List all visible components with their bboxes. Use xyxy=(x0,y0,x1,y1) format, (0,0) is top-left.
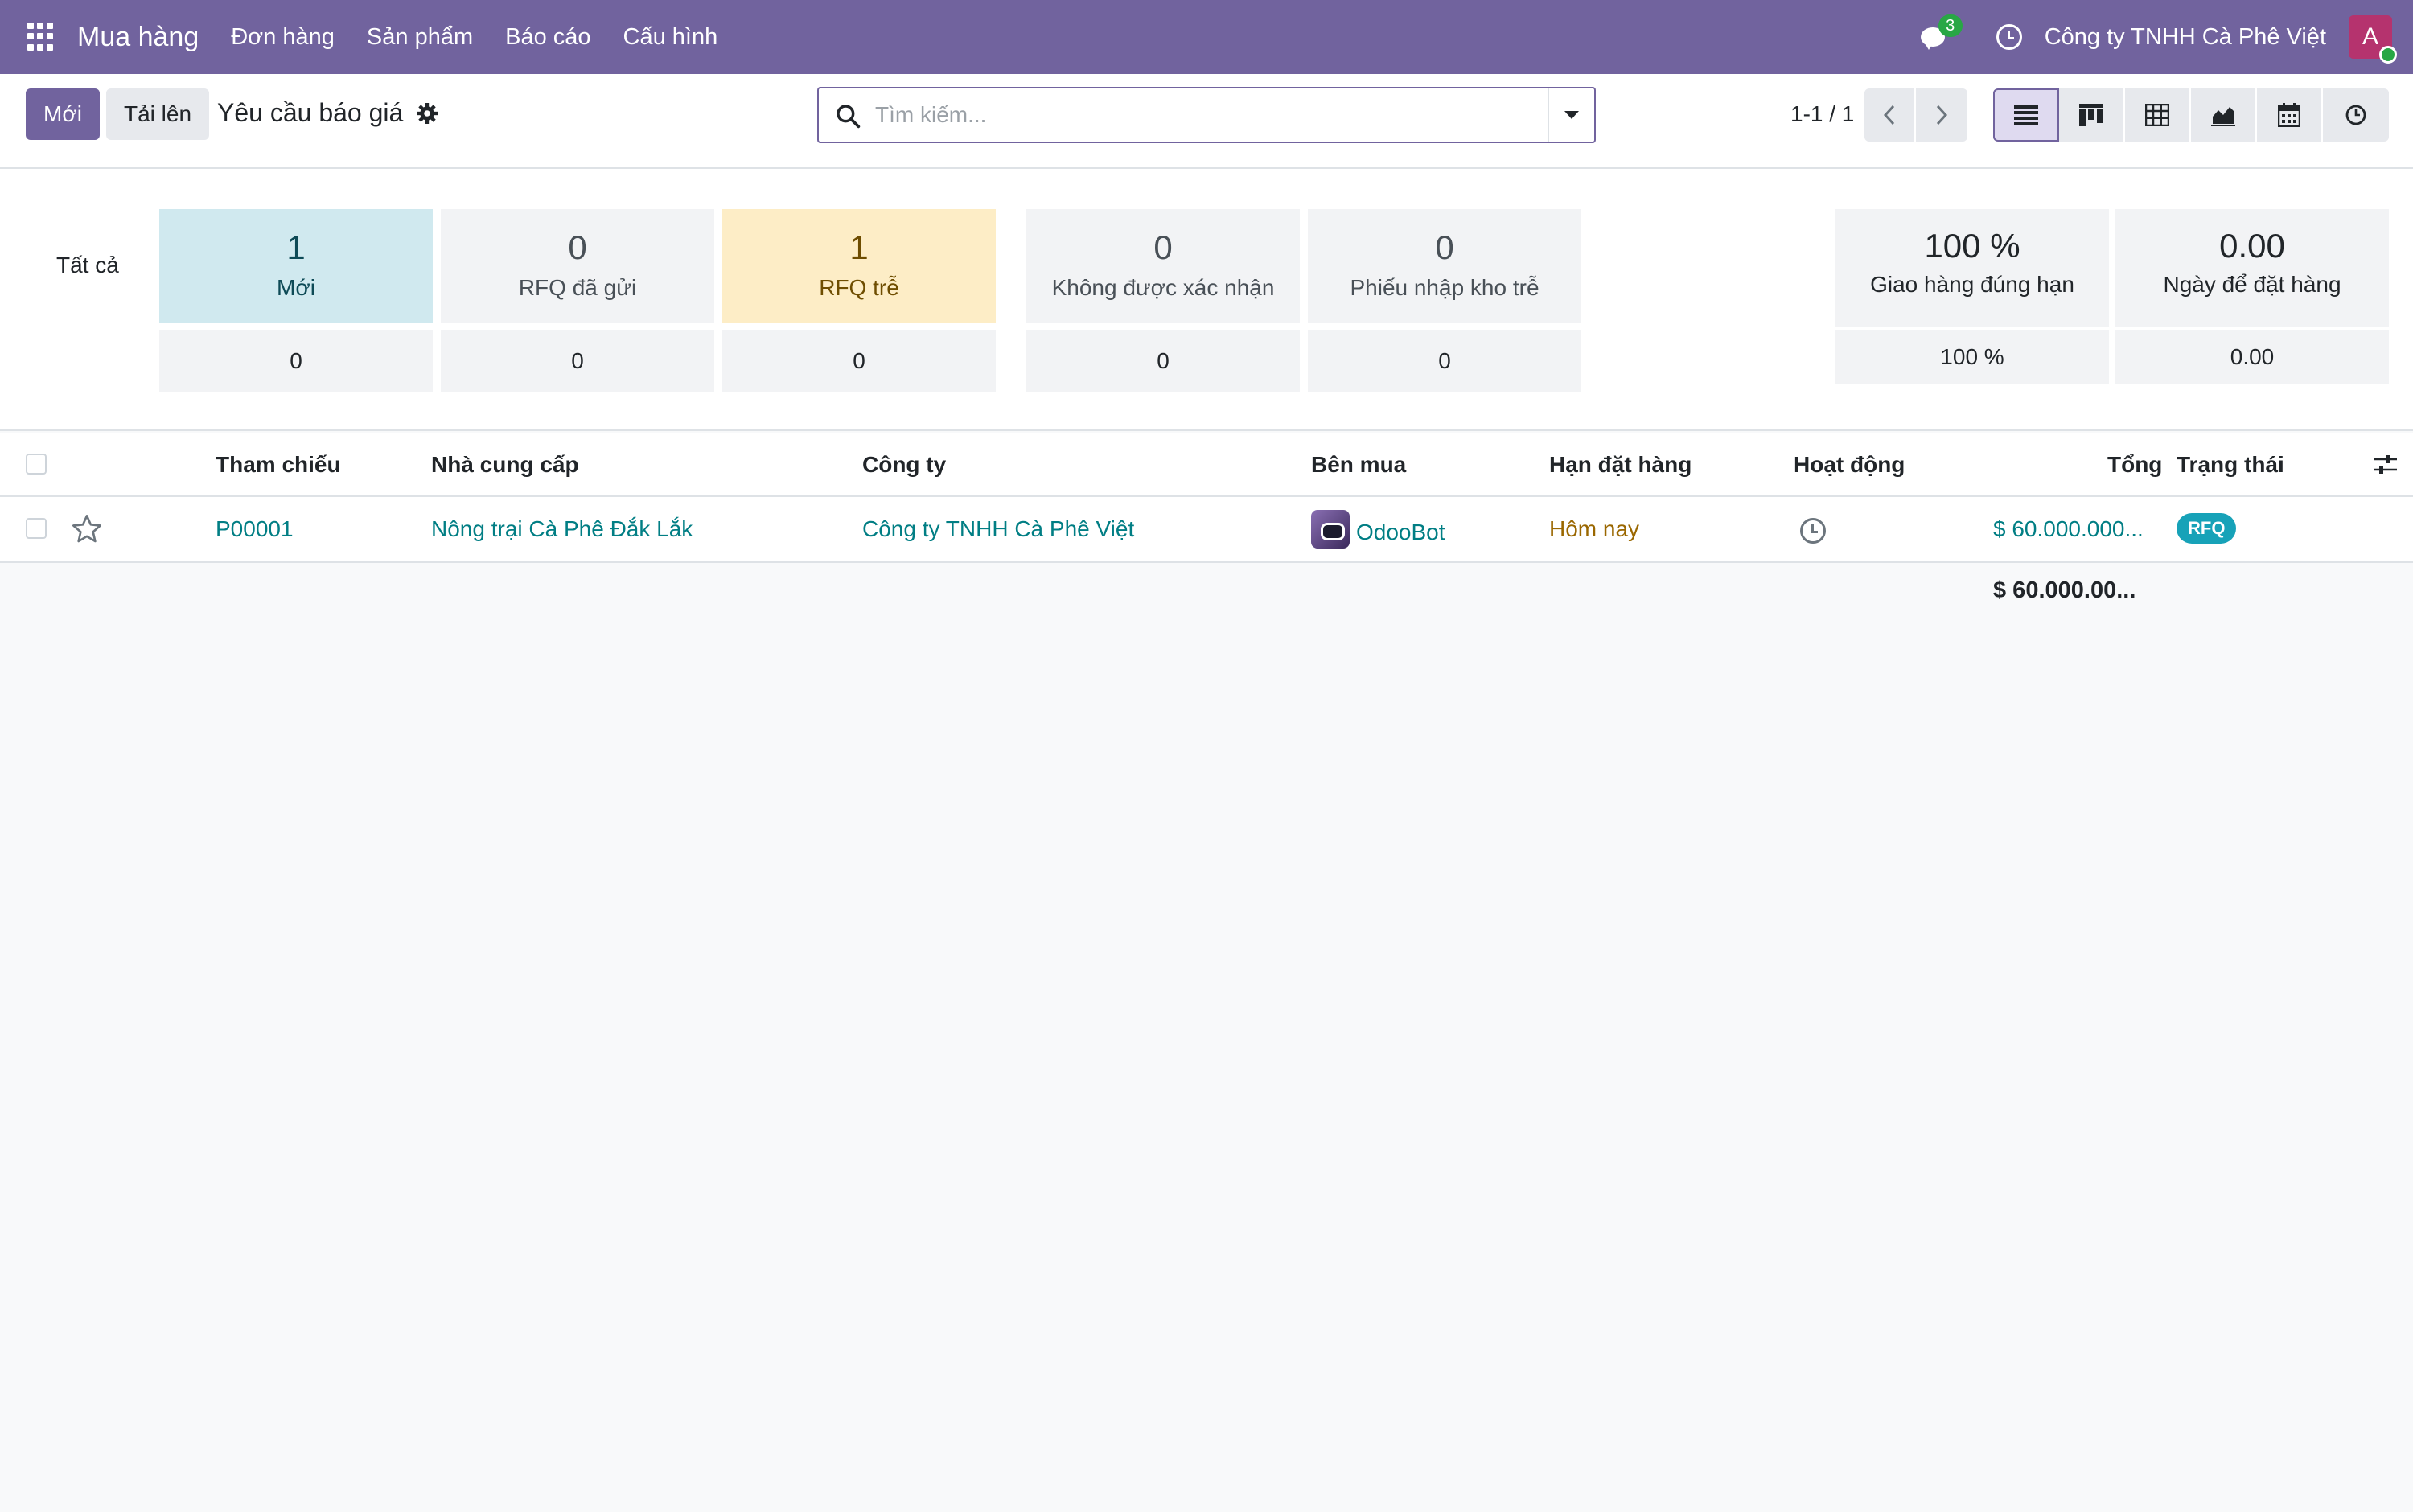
list-view-button[interactable] xyxy=(1993,88,2059,142)
menu-reporting[interactable]: Báo cáo xyxy=(505,24,590,51)
tile-value: 1 xyxy=(286,228,306,266)
kanban-view-button[interactable] xyxy=(2059,88,2125,142)
tile-value: 0 xyxy=(1153,228,1173,266)
messages-button[interactable]: 3 xyxy=(1920,14,1963,53)
search-icon xyxy=(837,105,861,129)
activity-clock-icon[interactable] xyxy=(1996,24,2022,50)
pivot-table-icon xyxy=(2145,104,2169,126)
menu-orders[interactable]: Đơn hàng xyxy=(231,24,335,51)
column-order-deadline[interactable]: Hạn đặt hàng xyxy=(1549,452,1692,478)
tile-late-receipts[interactable]: 0 Phiếu nhập kho trễ xyxy=(1308,209,1581,323)
cell-company[interactable]: Công ty TNHH Cà Phê Việt xyxy=(862,516,1134,542)
column-vendor[interactable]: Nhà cung cấp xyxy=(431,452,579,478)
tile-value: 0 xyxy=(1435,228,1454,266)
menu-products[interactable]: Sản phẩm xyxy=(367,24,473,51)
subkpi-days-to-order: 0.00 xyxy=(2115,330,2389,384)
pager-previous-button[interactable] xyxy=(1864,88,1916,142)
dashboard-all-label: Tất cả xyxy=(56,253,119,277)
online-status-dot xyxy=(2379,46,2397,64)
new-button[interactable]: Mới xyxy=(26,88,100,140)
column-buyer[interactable]: Bên mua xyxy=(1311,452,1406,478)
kpi-value: 0.00 xyxy=(2219,227,2285,265)
subtile-rfq-late[interactable]: 0 xyxy=(722,330,996,392)
kpi-label: Ngày để đặt hàng xyxy=(2163,272,2341,297)
tile-label: Không được xác nhận xyxy=(1051,275,1275,300)
subtile-late-receipts[interactable]: 0 xyxy=(1308,330,1581,392)
kpi-label: Giao hàng đúng hạn xyxy=(1870,272,2074,297)
tile-label: Phiếu nhập kho trễ xyxy=(1350,275,1539,300)
chat-count-badge: 3 xyxy=(1938,14,1963,37)
kpi-days-to-order: 0.00 Ngày để đặt hàng xyxy=(2115,209,2389,327)
subkpi-on-time-delivery: 100 % xyxy=(1835,330,2109,384)
tile-label: RFQ đã gửi xyxy=(518,275,637,300)
page-title: Yêu cầu báo giá xyxy=(217,98,404,127)
activity-clock-icon[interactable] xyxy=(1800,518,1826,544)
graph-view-button[interactable] xyxy=(2191,88,2257,142)
apps-grid-icon[interactable] xyxy=(27,23,56,51)
search-input[interactable] xyxy=(875,97,1535,134)
subtile-new[interactable]: 0 xyxy=(159,330,433,392)
menu-configuration[interactable]: Cấu hình xyxy=(623,24,718,51)
cell-reference[interactable]: P00001 xyxy=(216,516,294,542)
column-total[interactable]: Tổng xyxy=(2107,452,2162,478)
column-activities[interactable]: Hoạt động xyxy=(1794,452,1905,478)
grand-total: $ 60.000.00... xyxy=(1993,577,2136,603)
search-options-toggle[interactable] xyxy=(1548,88,1594,142)
tile-rfq-late[interactable]: 1 RFQ trễ xyxy=(722,209,996,323)
chevron-right-icon xyxy=(1936,105,1948,125)
pager-buttons xyxy=(1864,88,1967,142)
column-settings-icon[interactable] xyxy=(2373,452,2399,478)
avatar-letter: A xyxy=(2362,23,2378,50)
view-switcher xyxy=(1993,88,2389,142)
pager-next-button[interactable] xyxy=(1916,88,1967,142)
select-all-checkbox[interactable] xyxy=(26,454,47,475)
tile-rfq-sent[interactable]: 0 RFQ đã gửi xyxy=(441,209,714,323)
row-checkbox[interactable] xyxy=(26,518,47,539)
table-header-row: Tham chiếu Nhà cung cấp Công ty Bên mua … xyxy=(0,433,2413,497)
column-reference[interactable]: Tham chiếu xyxy=(216,452,341,478)
company-switcher[interactable]: Công ty TNHH Cà Phê Việt xyxy=(2045,24,2326,51)
odoobot-avatar xyxy=(1311,510,1350,549)
star-icon[interactable] xyxy=(71,513,103,545)
pager-value[interactable]: 1-1 / 1 xyxy=(1790,101,1854,127)
kpi-on-time-delivery: 100 % Giao hàng đúng hạn xyxy=(1835,209,2109,327)
app-brand[interactable]: Mua hàng xyxy=(77,22,199,53)
cell-vendor[interactable]: Nông trại Cà Phê Đắk Lắk xyxy=(431,516,693,542)
tile-new[interactable]: 1 Mới xyxy=(159,209,433,323)
user-avatar[interactable]: A xyxy=(2349,15,2397,64)
calendar-view-button[interactable] xyxy=(2257,88,2323,142)
pivot-view-button[interactable] xyxy=(2125,88,2191,142)
table-row[interactable]: P00001 Nông trại Cà Phê Đắk Lắk Công ty … xyxy=(0,497,2413,563)
subtile-not-acknowledged[interactable]: 0 xyxy=(1026,330,1300,392)
upload-button[interactable]: Tải lên xyxy=(106,88,209,140)
tile-label: Mới xyxy=(277,275,315,300)
control-panel: Mới Tải lên Yêu cầu báo giá 1-1 / 1 xyxy=(0,74,2413,169)
caret-down-icon xyxy=(1564,111,1579,119)
subtile-rfq-sent[interactable]: 0 xyxy=(441,330,714,392)
activity-view-button[interactable] xyxy=(2323,88,2389,142)
calendar-icon xyxy=(2278,103,2300,127)
status-badge: RFQ xyxy=(2177,513,2237,544)
tile-label: RFQ trễ xyxy=(819,275,899,300)
clock-icon xyxy=(2345,105,2366,125)
top-navbar: Mua hàng Đơn hàng Sản phẩm Báo cáo Cấu h… xyxy=(0,0,2413,74)
column-company[interactable]: Công ty xyxy=(862,452,946,478)
list-view-icon xyxy=(2014,105,2038,125)
column-status[interactable]: Trạng thái xyxy=(2177,452,2284,478)
cell-buyer[interactable]: OdooBot xyxy=(1356,520,1445,545)
kanban-view-icon xyxy=(2079,104,2103,126)
cell-order-deadline: Hôm nay xyxy=(1549,516,1640,541)
tile-value: 1 xyxy=(849,228,869,266)
chevron-left-icon xyxy=(1883,105,1895,125)
area-chart-icon xyxy=(2211,107,2235,126)
purchase-dashboard: Tất cả 1 Mới 0 RFQ đã gửi 1 RFQ trễ 0 Kh… xyxy=(0,169,2413,431)
tile-not-acknowledged[interactable]: 0 Không được xác nhận xyxy=(1026,209,1300,323)
search-bar xyxy=(817,87,1596,143)
cell-total: $ 60.000.000... xyxy=(1993,516,2144,541)
kpi-value: 100 % xyxy=(1924,227,2020,265)
gear-icon[interactable] xyxy=(417,103,438,124)
topbar-systray: 3 Công ty TNHH Cà Phê Việt A xyxy=(1920,0,2413,74)
tile-value: 0 xyxy=(568,228,587,266)
